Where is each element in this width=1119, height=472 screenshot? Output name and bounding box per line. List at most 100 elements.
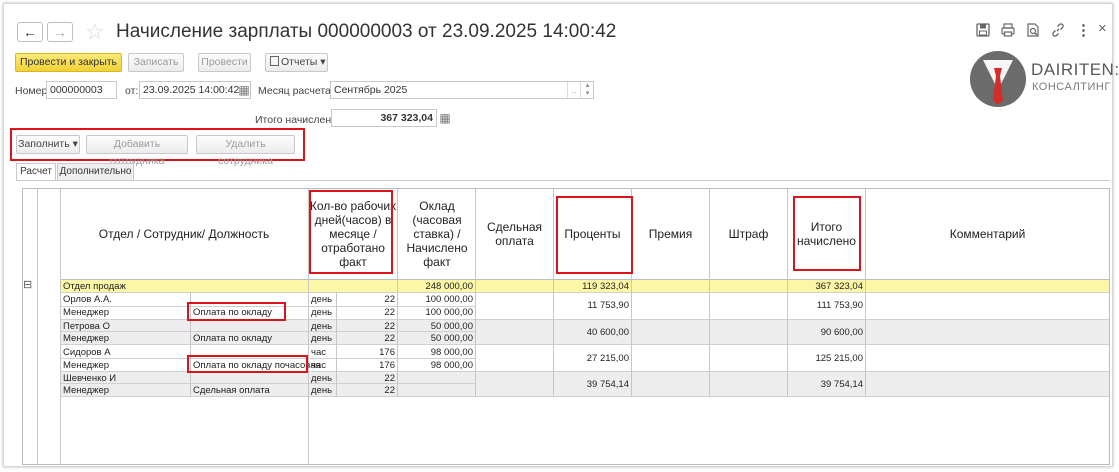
logo-subtext: КОНСАЛТИНГ: [1032, 81, 1111, 93]
group-total: 367 323,04: [815, 281, 863, 292]
unit: день: [311, 321, 333, 332]
unit: час: [311, 347, 326, 358]
salary-rate[interactable]: 98 000,00: [400, 347, 473, 358]
pay-type[interactable]: Сдельная оплата: [193, 385, 270, 396]
row-divider: [60, 383, 475, 384]
row-divider: [60, 344, 1109, 345]
group-salary: 248 000,00: [425, 281, 473, 292]
header-comment[interactable]: Комментарий: [866, 189, 1109, 279]
days-planned[interactable]: 22: [338, 373, 395, 384]
col-divider: [336, 292, 337, 396]
highlight-pay-type-hourly: [187, 355, 308, 373]
group-percent: 119 323,04: [582, 281, 629, 292]
collapse-icon[interactable]: ⊟: [23, 280, 32, 291]
print-icon[interactable]: [1000, 22, 1016, 38]
logo-text: DAIRITEN:: [1031, 60, 1119, 79]
highlight-percent-header: [556, 196, 633, 274]
employee-position[interactable]: Менеджер: [63, 360, 109, 371]
employee-name[interactable]: Петрова О: [63, 321, 110, 332]
chevron-down-icon: ▾: [320, 56, 326, 68]
month-label: Месяц расчета:: [258, 85, 334, 97]
post-and-close-button[interactable]: Провести и закрыть: [15, 53, 122, 72]
percent-value[interactable]: 27 215,00: [556, 353, 629, 364]
header-piecework[interactable]: Сдельная оплата: [476, 189, 553, 279]
calculator-icon[interactable]: ▦: [438, 110, 452, 126]
clear-icon[interactable]: ..: [567, 82, 580, 98]
back-arrow-icon: ←: [23, 24, 37, 40]
post-button[interactable]: Провести: [198, 53, 251, 72]
col-divider: [37, 189, 38, 464]
employee-position[interactable]: Менеджер: [63, 333, 109, 344]
number-field[interactable]: 000000003: [46, 81, 117, 99]
days-actual[interactable]: 176: [338, 360, 395, 371]
employee-position[interactable]: Менеджер: [63, 385, 109, 396]
days-planned[interactable]: 176: [338, 347, 395, 358]
employee-name[interactable]: Шевченко И: [63, 373, 116, 384]
header-salary[interactable]: Оклад (часовая ставка) / Начислено факт: [399, 189, 475, 279]
unit: день: [311, 307, 333, 318]
save-button[interactable]: Записать: [128, 53, 184, 72]
month-field[interactable]: Сентябрь 2025: [330, 81, 594, 99]
days-planned[interactable]: 22: [338, 321, 395, 332]
date-label: от:: [125, 85, 139, 97]
tab-calculation[interactable]: Расчет: [16, 163, 56, 180]
fill-button[interactable]: Заполнить ▾: [16, 135, 80, 154]
save-icon[interactable]: [975, 22, 991, 38]
percent-value[interactable]: 40 600,00: [556, 327, 629, 338]
header-bonus[interactable]: Премия: [632, 189, 709, 279]
report-icon: [270, 56, 279, 66]
salary-rate[interactable]: 100 000,00: [400, 294, 473, 305]
document-title: Начисление зарплаты 000000003 от 23.09.2…: [116, 21, 617, 42]
favorite-star-icon[interactable]: ☆: [85, 21, 105, 43]
total-value: 39 754,14: [820, 379, 863, 390]
add-employee-button[interactable]: Добавить сотрудника: [86, 135, 188, 167]
total-value: 90 600,00: [820, 327, 863, 338]
days-actual[interactable]: 22: [338, 307, 395, 318]
number-label: Номер:: [15, 85, 51, 97]
pay-type[interactable]: Оплата по окладу: [193, 333, 272, 344]
month-spinner-icon[interactable]: ▴ ▾: [580, 82, 594, 98]
forward-button[interactable]: →: [47, 22, 73, 42]
link-icon[interactable]: [1050, 22, 1066, 38]
chevron-down-icon: ▾: [72, 138, 78, 150]
tab-additional[interactable]: Дополнительно: [57, 163, 134, 180]
total-value: 111 753,90: [816, 300, 863, 311]
total-label: Итого начислено:: [255, 114, 340, 126]
salary-accrued[interactable]: 50 000,00: [400, 333, 473, 344]
highlight-days-header: [309, 190, 393, 274]
row-divider: [60, 396, 1109, 397]
employee-name[interactable]: Сидоров А: [63, 347, 111, 358]
reports-label: Отчеты: [281, 56, 318, 68]
col-divider: [397, 189, 398, 396]
salary-accrued[interactable]: 98 000,00: [400, 360, 473, 371]
days-actual[interactable]: 22: [338, 385, 395, 396]
tab-divider: [16, 180, 1110, 181]
group-name: Отдел продаж: [63, 281, 126, 292]
employee-name[interactable]: Орлов А.А.: [63, 294, 112, 305]
employee-position[interactable]: Менеджер: [63, 307, 109, 318]
reports-button[interactable]: Отчеты ▾: [265, 53, 328, 72]
remove-employee-button[interactable]: Удалить сотрудника: [196, 135, 295, 167]
total-value: 125 215,00: [815, 353, 863, 364]
forward-arrow-icon: →: [53, 24, 67, 40]
days-planned[interactable]: 22: [338, 294, 395, 305]
header-divider: [60, 279, 1109, 280]
more-icon[interactable]: ⋮: [1076, 21, 1091, 39]
highlight-pay-type-salary: [187, 302, 286, 321]
date-field[interactable]: 23.09.2025 14:00:42: [139, 81, 251, 99]
company-logo: [969, 50, 1027, 108]
days-actual[interactable]: 22: [338, 333, 395, 344]
header-fine[interactable]: Штраф: [710, 189, 787, 279]
total-field: 367 323,04: [331, 109, 437, 127]
calendar-icon[interactable]: ▦: [237, 82, 251, 98]
salary-rate[interactable]: 50 000,00: [400, 321, 473, 332]
salary-accrued[interactable]: 100 000,00: [400, 307, 473, 318]
header-department[interactable]: Отдел / Сотрудник/ Должность: [60, 189, 308, 279]
back-button[interactable]: ←: [17, 22, 43, 42]
preview-icon[interactable]: [1025, 22, 1041, 38]
close-icon[interactable]: ×: [1098, 20, 1107, 37]
unit: день: [311, 373, 333, 384]
percent-value[interactable]: 11 753,90: [556, 300, 629, 311]
fill-label: Заполнить: [18, 138, 70, 150]
percent-value[interactable]: 39 754,14: [556, 379, 629, 390]
